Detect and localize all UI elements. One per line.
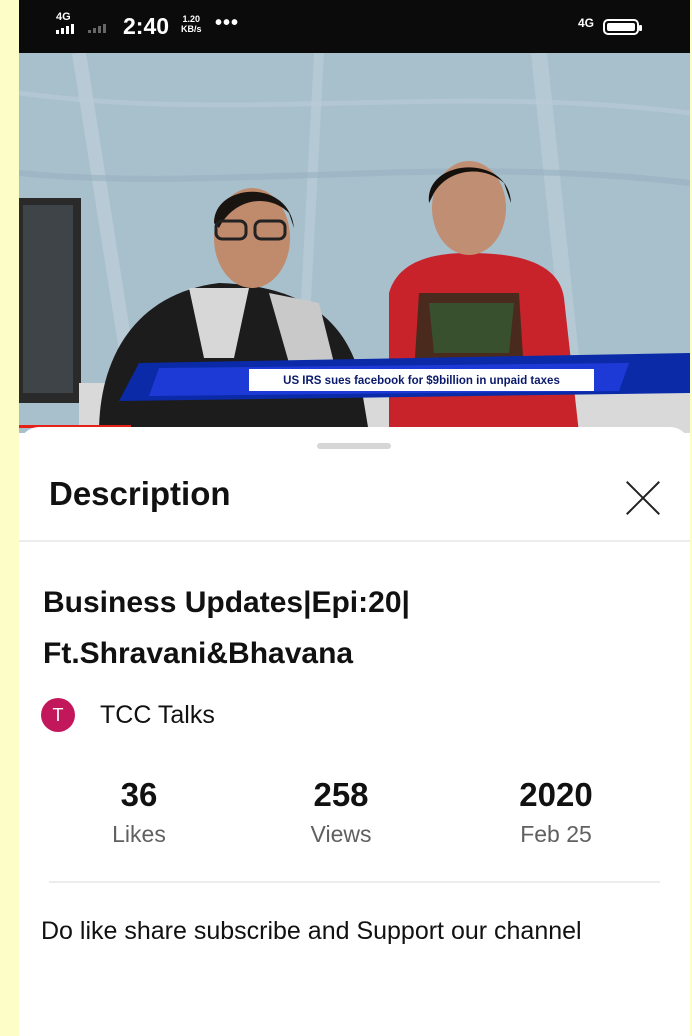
channel-avatar[interactable]: T	[41, 698, 75, 732]
likes-label: Likes	[112, 821, 166, 847]
divider	[49, 881, 660, 883]
channel-row[interactable]: T TCC Talks	[41, 695, 215, 735]
drag-handle[interactable]	[317, 443, 391, 449]
battery-icon	[603, 19, 642, 35]
publish-date: Feb 25	[520, 821, 592, 847]
description-sheet: Description Business Updates|Epi:20| Ft.…	[19, 427, 690, 1036]
views-count: 258	[313, 776, 369, 813]
network-type-label: 4G	[56, 11, 71, 23]
likes-stat: 36 Likes	[79, 777, 199, 848]
signal-strength-icon	[56, 24, 74, 34]
video-title: Business Updates|Epi:20| Ft.Shravani&Bha…	[43, 577, 643, 679]
phone-screen: 4G 2:40 1.20 KB/s ••• 4G US IRS sues fac…	[19, 0, 690, 1036]
description-text: Do like share subscribe and Support our …	[41, 917, 582, 945]
video-title-line1: Business Updates|Epi:20|	[43, 586, 410, 619]
sheet-title: Description	[49, 475, 231, 512]
clock: 2:40	[123, 13, 170, 39]
publish-year: 2020	[519, 776, 593, 813]
network-speed-unit: KB/s	[181, 24, 202, 34]
video-title-line2: Ft.Shravani&Bhavana	[43, 637, 354, 670]
close-icon[interactable]	[622, 477, 664, 519]
right-network-label: 4G	[578, 16, 595, 30]
likes-count: 36	[120, 776, 158, 813]
network-speed-value: 1.20	[182, 14, 201, 24]
views-label: Views	[310, 821, 372, 847]
date-stat: 2020 Feb 25	[491, 777, 621, 848]
second-signal-icon	[88, 24, 106, 33]
channel-name[interactable]: TCC Talks	[100, 701, 215, 730]
more-notifications-icon: •••	[215, 12, 240, 34]
network-speed: 1.20 KB/s	[181, 14, 202, 34]
divider	[19, 540, 690, 542]
news-ticker-text: US IRS sues facebook for $9billion in un…	[283, 375, 560, 387]
video-player[interactable]: US IRS sues facebook for $9billion in un…	[19, 53, 690, 433]
status-bar: 4G 2:40 1.20 KB/s ••• 4G	[19, 0, 690, 53]
views-stat: 258 Views	[281, 777, 401, 848]
